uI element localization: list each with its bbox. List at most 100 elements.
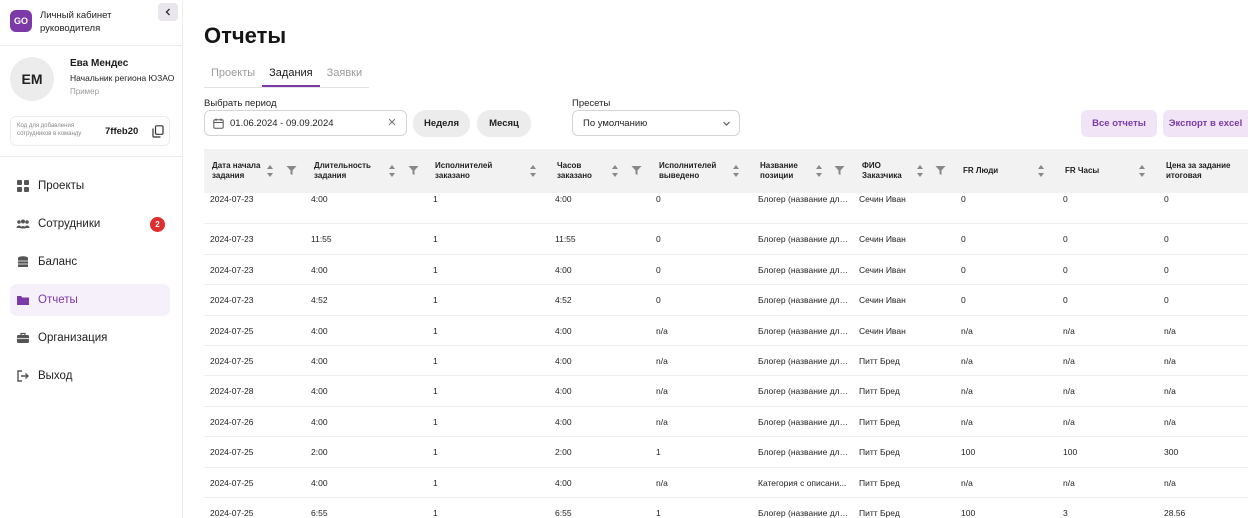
copy-icon[interactable]	[152, 125, 164, 138]
table-cell: 0	[1063, 234, 1068, 245]
tab-requests[interactable]: Заявки	[320, 67, 370, 87]
table-cell: 1	[433, 234, 438, 245]
table-cell: 4:00	[311, 264, 328, 275]
table-cell: n/a	[1164, 477, 1176, 488]
column-header-label: Исполнителей выведено	[659, 161, 717, 180]
calendar-icon	[213, 118, 224, 129]
column-header-label: Часов заказано	[557, 161, 592, 180]
sort-icon[interactable]	[266, 163, 274, 179]
column-header-label: Дата начала задания	[212, 161, 261, 180]
tab-projects[interactable]: Проекты	[204, 67, 262, 87]
table-cell: 0	[1063, 264, 1068, 275]
filter-icon[interactable]	[286, 165, 297, 176]
logout-icon	[16, 369, 30, 383]
table-cell: Блогер (название для...	[758, 325, 850, 336]
sort-icon[interactable]	[529, 163, 537, 179]
table-cell: 0	[961, 295, 966, 306]
sidebar-item-organization[interactable]: Организация	[10, 322, 170, 354]
filter-icon[interactable]	[935, 165, 946, 176]
filter-icon[interactable]	[834, 165, 845, 176]
table-cell: Питт Бред	[859, 508, 900, 518]
presets-value: По умолчанию	[583, 117, 648, 129]
folder-icon	[16, 293, 30, 307]
tasks-table: Дата начала задания Длительность задания…	[204, 149, 1248, 518]
table-cell: 4:00	[555, 194, 572, 204]
table-cell: 11:55	[555, 234, 576, 245]
tab-tasks[interactable]: Задания	[262, 67, 320, 87]
table-cell: n/a	[1164, 356, 1176, 366]
table-cell: 4:52	[555, 295, 572, 306]
sidebar-item-balance[interactable]: Баланс	[10, 246, 170, 278]
table-cell: n/a	[656, 386, 668, 397]
table-cell: 3	[1063, 508, 1068, 518]
sort-icon[interactable]	[916, 163, 924, 179]
table-cell: 2:00	[311, 447, 328, 458]
all-reports-button[interactable]: Все отчеты	[1081, 110, 1157, 137]
table-cell: 2024-07-28	[210, 386, 254, 397]
table-cell: 4:52	[311, 295, 328, 306]
table-cell: n/a	[1063, 325, 1075, 336]
sort-icon[interactable]	[732, 163, 740, 179]
sort-icon[interactable]	[815, 163, 823, 179]
export-excel-button[interactable]: Экспорт в excel	[1163, 110, 1248, 137]
presets-select[interactable]: По умолчанию	[572, 110, 740, 136]
invite-code-box: Код для добавления сотрудников в команду…	[10, 116, 170, 146]
period-date-range-input[interactable]: 01.06.2024 - 09.09.2024 ✕	[204, 110, 407, 136]
sort-icon[interactable]	[611, 163, 619, 179]
table-cell: Блогер (название для...	[758, 234, 850, 245]
table-cell: 1	[433, 508, 438, 518]
table-cell: 0	[656, 194, 661, 204]
sidebar-item-employees[interactable]: Сотрудники 2	[10, 208, 170, 240]
sidebar-item-reports[interactable]: Отчеты	[10, 284, 170, 316]
chevron-down-icon	[723, 121, 730, 126]
collapse-sidebar-button[interactable]	[158, 3, 178, 21]
table-cell: n/a	[961, 477, 973, 488]
table-cell: Блогер (название для...	[758, 194, 850, 204]
table-row: 2024-07-25 4:00 1 4:00 n/a Категория с описан…	[204, 468, 1248, 498]
sort-icon[interactable]	[1138, 163, 1146, 179]
table-cell: Блогер (название для...	[758, 356, 850, 366]
table-cell: 2024-07-23	[210, 234, 254, 245]
table-cell: Блогер (название для...	[758, 416, 850, 427]
month-button[interactable]: Месяц	[477, 110, 531, 137]
table-cell: 4:00	[555, 477, 572, 488]
filter-icon[interactable]	[408, 165, 419, 176]
table-cell: 1	[433, 264, 438, 275]
filter-icon[interactable]	[631, 165, 642, 176]
brand: GO Личный кабинет руководителя	[10, 9, 111, 35]
table-cell: n/a	[1164, 386, 1176, 397]
table-cell: Блогер (название для...	[758, 264, 850, 275]
table-cell: 0	[656, 234, 661, 245]
table-cell: n/a	[1164, 325, 1176, 336]
table-cell: 100	[961, 508, 976, 518]
clear-icon[interactable]: ✕	[386, 117, 398, 129]
table-cell: 6:55	[311, 508, 328, 518]
table-cell: n/a	[656, 416, 668, 427]
people-icon	[16, 217, 30, 231]
table-cell: 4:00	[555, 416, 572, 427]
table-cell: 1	[433, 194, 438, 204]
notification-badge: 2	[150, 217, 165, 232]
user-role: Начальник региона ЮЗАО	[70, 73, 175, 83]
table-row: 2024-07-25 6:55 1 6:55 1 Блогер (название для…	[204, 498, 1248, 518]
table-row: 2024-07-28 4:00 1 4:00 n/a Блогер (название д…	[204, 376, 1248, 407]
sort-icon[interactable]	[1037, 163, 1045, 179]
table-cell: 0	[1063, 295, 1068, 306]
grid-icon	[16, 179, 30, 193]
divider	[0, 45, 182, 46]
user-tag: Пример	[70, 87, 100, 96]
sidebar-item-projects[interactable]: Проекты	[10, 170, 170, 202]
sidebar-item-label: Сотрудники	[38, 218, 101, 230]
sidebar-item-logout[interactable]: Выход	[10, 360, 170, 392]
table-cell: Питт Бред	[859, 386, 900, 397]
table-row: 2024-07-25 2:00 1 2:00 1 Блогер (название для…	[204, 437, 1248, 468]
week-button[interactable]: Неделя	[413, 110, 470, 137]
table-cell: Блогер (название для...	[758, 447, 850, 458]
table-cell: 1	[433, 477, 438, 488]
table-cell: 0	[1164, 264, 1169, 275]
sort-icon[interactable]	[388, 163, 396, 179]
table-cell: 0	[961, 264, 966, 275]
table-cell: 2024-07-26	[210, 416, 254, 427]
table-row: 2024-07-23 4:00 1 4:00 0 Блогер (название для…	[204, 194, 1248, 224]
table-cell: 4:00	[555, 386, 572, 397]
